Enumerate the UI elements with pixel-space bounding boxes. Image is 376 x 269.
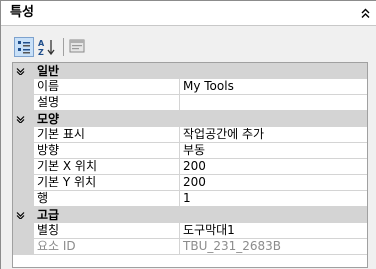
panel-title-bar: 특성 — [1, 1, 376, 26]
property-row-rows[interactable]: 행 1 — [13, 191, 367, 207]
property-row-orientation[interactable]: 방향 부동 — [13, 143, 367, 159]
properties-toolbar: A Z — [1, 27, 376, 61]
property-name: 방향 — [34, 143, 180, 159]
category-general[interactable]: 일반 — [13, 63, 367, 79]
row-gutter — [13, 79, 34, 95]
svg-text:Z: Z — [38, 48, 44, 57]
property-name: 별칭 — [34, 223, 180, 239]
panel-title: 특성 — [10, 5, 34, 20]
property-value[interactable]: 부동 — [180, 143, 367, 159]
property-row-alias[interactable]: 별칭 도구막대1 — [13, 223, 367, 239]
property-value[interactable]: 200 — [180, 175, 367, 191]
property-name: 기본 Y 위치 — [34, 175, 180, 191]
property-pages-button[interactable] — [68, 37, 88, 57]
property-row-name[interactable]: 이름 My Tools — [13, 79, 367, 95]
property-value[interactable]: 작업공간에 추가 — [180, 127, 367, 143]
double-chevron-up-icon[interactable] — [360, 8, 371, 19]
chevron-down-icon[interactable] — [16, 211, 25, 219]
property-pages-icon — [69, 39, 85, 53]
category-advanced[interactable]: 고급 — [13, 207, 367, 223]
property-name: 이름 — [34, 79, 180, 95]
category-label: 고급 — [37, 208, 60, 222]
property-name: 요소 ID — [34, 239, 180, 255]
property-value: TBU_231_2683B — [180, 239, 367, 255]
row-gutter — [13, 143, 34, 159]
svg-text:A: A — [38, 39, 45, 48]
property-value[interactable]: 1 — [180, 191, 367, 207]
property-name: 기본 X 위치 — [34, 159, 180, 175]
row-gutter — [13, 191, 34, 207]
sort-az-icon: A Z — [38, 39, 55, 57]
property-value[interactable]: 도구막대1 — [180, 223, 367, 239]
property-name: 기본 표시 — [34, 127, 180, 143]
row-gutter — [13, 175, 34, 191]
property-row-element-id[interactable]: 요소 ID TBU_231_2683B — [13, 239, 367, 255]
categorized-view-button[interactable] — [14, 37, 34, 57]
property-value[interactable]: My Tools — [180, 79, 367, 95]
property-row-default-x[interactable]: 기본 X 위치 200 — [13, 159, 367, 175]
row-gutter — [13, 127, 34, 143]
property-row-default-display[interactable]: 기본 표시 작업공간에 추가 — [13, 127, 367, 143]
category-label: 일반 — [37, 64, 60, 78]
chevron-down-icon[interactable] — [16, 67, 25, 75]
toolbar-separator — [63, 38, 64, 56]
row-gutter — [13, 223, 34, 239]
property-value[interactable] — [180, 95, 367, 111]
row-gutter — [13, 159, 34, 175]
property-row-default-y[interactable]: 기본 Y 위치 200 — [13, 175, 367, 191]
property-row-description[interactable]: 설명 — [13, 95, 367, 111]
chevron-down-icon[interactable] — [16, 115, 25, 123]
row-gutter — [13, 95, 34, 111]
properties-panel: 특성 A Z 일반 이름 My Tools 설명 모양 기본 표시 작업공간에 … — [0, 0, 376, 269]
property-grid: 일반 이름 My Tools 설명 모양 기본 표시 작업공간에 추가 방향 부… — [12, 62, 368, 268]
row-gutter — [13, 239, 34, 255]
property-value[interactable]: 200 — [180, 159, 367, 175]
property-name: 행 — [34, 191, 180, 207]
category-label: 모양 — [37, 112, 60, 126]
category-appearance[interactable]: 모양 — [13, 111, 367, 127]
property-name: 설명 — [34, 95, 180, 111]
categorized-view-icon — [18, 41, 30, 54]
alphabetical-sort-button[interactable]: A Z — [37, 37, 57, 57]
